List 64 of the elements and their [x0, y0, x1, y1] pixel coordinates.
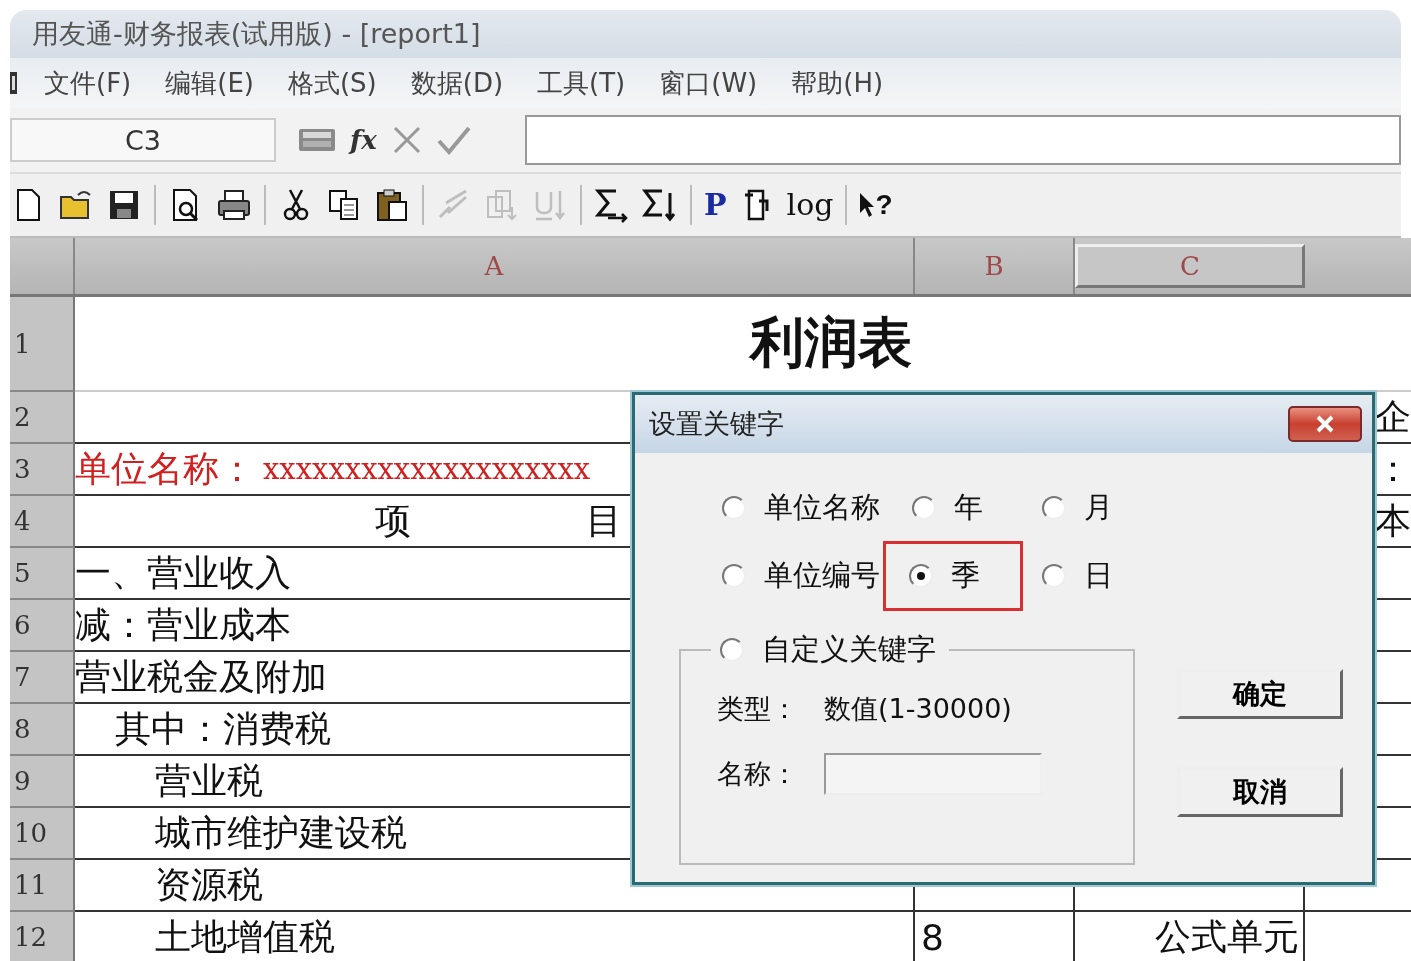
cell-reference-field[interactable]: C3	[10, 118, 276, 162]
menu-item[interactable]: 数据(D)	[410, 65, 504, 101]
menu-item[interactable]: 格式(S)	[287, 65, 377, 101]
row-header[interactable]: 12	[10, 912, 75, 961]
row-header[interactable]: 9	[10, 756, 75, 808]
column-header[interactable]: C	[1075, 244, 1305, 288]
table-cell: 8	[915, 912, 1075, 961]
window-title: 用友通-财务报表(试用版) - [report1]	[32, 17, 481, 51]
table-cell-text: 一、营业收入	[75, 550, 291, 595]
sum-down-icon[interactable]	[642, 187, 678, 223]
printer-icon[interactable]	[216, 187, 252, 223]
table-cell-text: 营业税	[154, 758, 263, 803]
table-cell-text: 减：营业成本	[75, 602, 291, 647]
table-cell-text: 城市维护建设税	[154, 810, 407, 855]
app-icon[interactable]	[10, 70, 18, 96]
check-icon[interactable]	[436, 125, 471, 155]
radio-option[interactable]: 单位名称	[713, 473, 903, 543]
radio-option[interactable]: 月	[1033, 473, 1183, 543]
dialog-button[interactable]: 确定	[1177, 669, 1343, 719]
dialog-button[interactable]: 取消	[1177, 767, 1343, 817]
row-header[interactable]: 6	[10, 600, 75, 652]
radio-option[interactable]: 季	[883, 541, 1023, 611]
function-button[interactable]: fx	[350, 125, 377, 155]
row-header[interactable]: 2	[10, 392, 75, 444]
close-icon	[1314, 415, 1336, 433]
table-cell-text: 其中：消费税	[114, 706, 331, 751]
row-header[interactable]: 1	[10, 297, 75, 392]
calculator-icon[interactable]	[298, 126, 336, 154]
formula-input-field[interactable]	[524, 115, 1401, 165]
table-cell: 公式单元	[1075, 912, 1305, 961]
row-header[interactable]: 7	[10, 652, 75, 704]
cursor-icon	[859, 192, 876, 218]
dialog-title: 设置关键字	[649, 407, 784, 441]
menu-item[interactable]: 工具(T)	[537, 65, 626, 101]
menu-item[interactable]: 文件(F)	[44, 65, 132, 101]
row-header[interactable]: 5	[10, 548, 75, 600]
close-button[interactable]	[1288, 406, 1362, 442]
column-heading: 项	[375, 498, 411, 543]
column-heading: 目	[586, 498, 622, 543]
unit-name-value: xxxxxxxxxxxxxxxxxxxx	[263, 452, 591, 486]
row-header[interactable]: 3	[10, 444, 75, 496]
table-cell-text: 土地增值税	[154, 914, 335, 959]
sum-icon[interactable]	[594, 187, 630, 223]
table-cell-text: 资源税	[154, 862, 263, 907]
name-field[interactable]	[824, 753, 1042, 795]
type-value: 数值(1-30000)	[824, 692, 1012, 726]
report-title: 利润表	[750, 310, 912, 376]
row-header[interactable]: 11	[10, 860, 75, 912]
clipboard-icon[interactable]	[374, 187, 410, 223]
row-header[interactable]: 10	[10, 808, 75, 860]
row-header[interactable]: 8	[10, 704, 75, 756]
menu-item[interactable]: 窗口(W)	[659, 65, 758, 101]
radio-option[interactable]: 日	[1033, 541, 1183, 611]
radio-option[interactable]: 年	[903, 473, 1033, 543]
field-label: 类型：	[717, 692, 798, 726]
unit-name-label: 单位名称：	[75, 446, 255, 491]
table-cell-text: 营业税金及附加	[75, 654, 327, 699]
menu-item[interactable]: 帮助(H)	[791, 65, 884, 101]
menu-item[interactable]: 编辑(E)	[165, 65, 254, 101]
row-header[interactable]: 4	[10, 496, 75, 548]
toolbar-button[interactable]: log	[786, 187, 834, 223]
help-button[interactable]: ?	[859, 187, 893, 223]
toolbar-button[interactable]: P	[704, 187, 727, 223]
field-label: 名称：	[717, 757, 798, 791]
